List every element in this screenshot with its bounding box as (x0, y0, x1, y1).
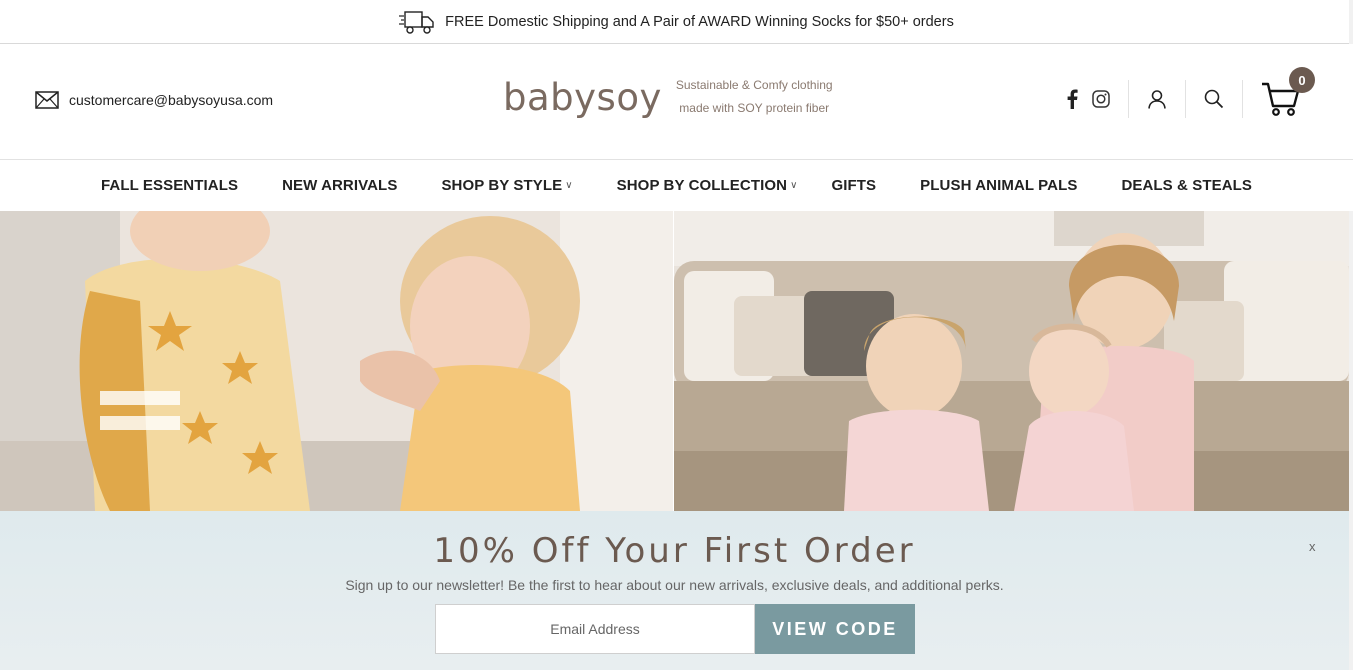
email-field[interactable] (435, 604, 755, 654)
tagline-line-1: Sustainable & Comfy clothing (675, 78, 833, 92)
brand-tagline: Sustainable & Comfy clothing made with S… (676, 74, 833, 120)
delivery-truck-icon (399, 8, 435, 36)
site-header: customercare@babysoyusa.com babysoy Sust… (0, 44, 1353, 160)
newsletter-popup: 10% Off Your First Order Sign up to our … (0, 511, 1349, 670)
nav-item-deals-steals[interactable]: DEALS & STEALS (1121, 177, 1252, 194)
main-navigation: FALL ESSENTIALS NEW ARRIVALS SHOP BY STY… (0, 160, 1353, 211)
logo-wordmark: babysoy (503, 75, 662, 119)
nav-item-label: GIFTS (831, 177, 877, 194)
nav-item-label: FALL ESSENTIALS (100, 177, 239, 194)
nav-item-plush-animal-pals[interactable]: PLUSH ANIMAL PALS (920, 177, 1077, 194)
chevron-down-icon: ∨ (790, 180, 798, 191)
chevron-down-icon: ∨ (565, 180, 573, 191)
nav-item-fall-essentials[interactable]: FALL ESSENTIALS (101, 177, 238, 194)
instagram-icon[interactable] (1092, 90, 1110, 108)
hero-image-siblings-on-sofa[interactable] (674, 211, 1349, 511)
facebook-icon[interactable] (1066, 89, 1078, 109)
view-code-button[interactable]: VIEW CODE (755, 604, 915, 654)
hero-banner[interactable] (0, 211, 1349, 511)
search-icon[interactable] (1204, 89, 1224, 109)
header-divider (1185, 80, 1186, 118)
nav-item-shop-by-collection[interactable]: SHOP BY COLLECTION ∨ (617, 177, 798, 194)
account-icon[interactable] (1147, 89, 1167, 109)
nav-item-gifts[interactable]: GIFTS (832, 177, 877, 194)
nav-item-shop-by-style[interactable]: SHOP BY STYLE ∨ (441, 177, 572, 194)
envelope-icon (35, 91, 59, 109)
contact-email-link[interactable]: customercare@babysoyusa.com (35, 91, 273, 109)
announcement-text: FREE Domestic Shipping and A Pair of AWA… (445, 13, 954, 30)
header-actions: 0 (1066, 67, 1315, 120)
nav-item-label: SHOP BY STYLE (441, 177, 563, 194)
cart-count-badge: 0 (1289, 67, 1315, 93)
hero-image-toddlers-playing[interactable] (0, 211, 673, 511)
header-divider (1242, 80, 1243, 118)
newsletter-form: VIEW CODE (435, 604, 915, 654)
announcement-bar: FREE Domestic Shipping and A Pair of AWA… (0, 0, 1353, 44)
nav-item-label: PLUSH ANIMAL PALS (920, 177, 1078, 194)
cart-button[interactable]: 0 (1261, 67, 1315, 117)
nav-item-label: DEALS & STEALS (1121, 177, 1253, 194)
close-popup-button[interactable]: x (1309, 539, 1316, 554)
tagline-line-2: made with SOY protein fiber (679, 101, 830, 115)
nav-item-label: NEW ARRIVALS (282, 177, 398, 194)
nav-item-new-arrivals[interactable]: NEW ARRIVALS (282, 177, 397, 194)
newsletter-subtitle: Sign up to our newsletter! Be the first … (345, 577, 1004, 593)
contact-email: customercare@babysoyusa.com (69, 92, 274, 108)
header-divider (1128, 80, 1129, 118)
nav-item-label: SHOP BY COLLECTION (616, 177, 788, 194)
newsletter-title: 10% Off Your First Order (433, 531, 916, 571)
brand-logo[interactable]: babysoy Sustainable & Comfy clothing mad… (503, 74, 833, 120)
